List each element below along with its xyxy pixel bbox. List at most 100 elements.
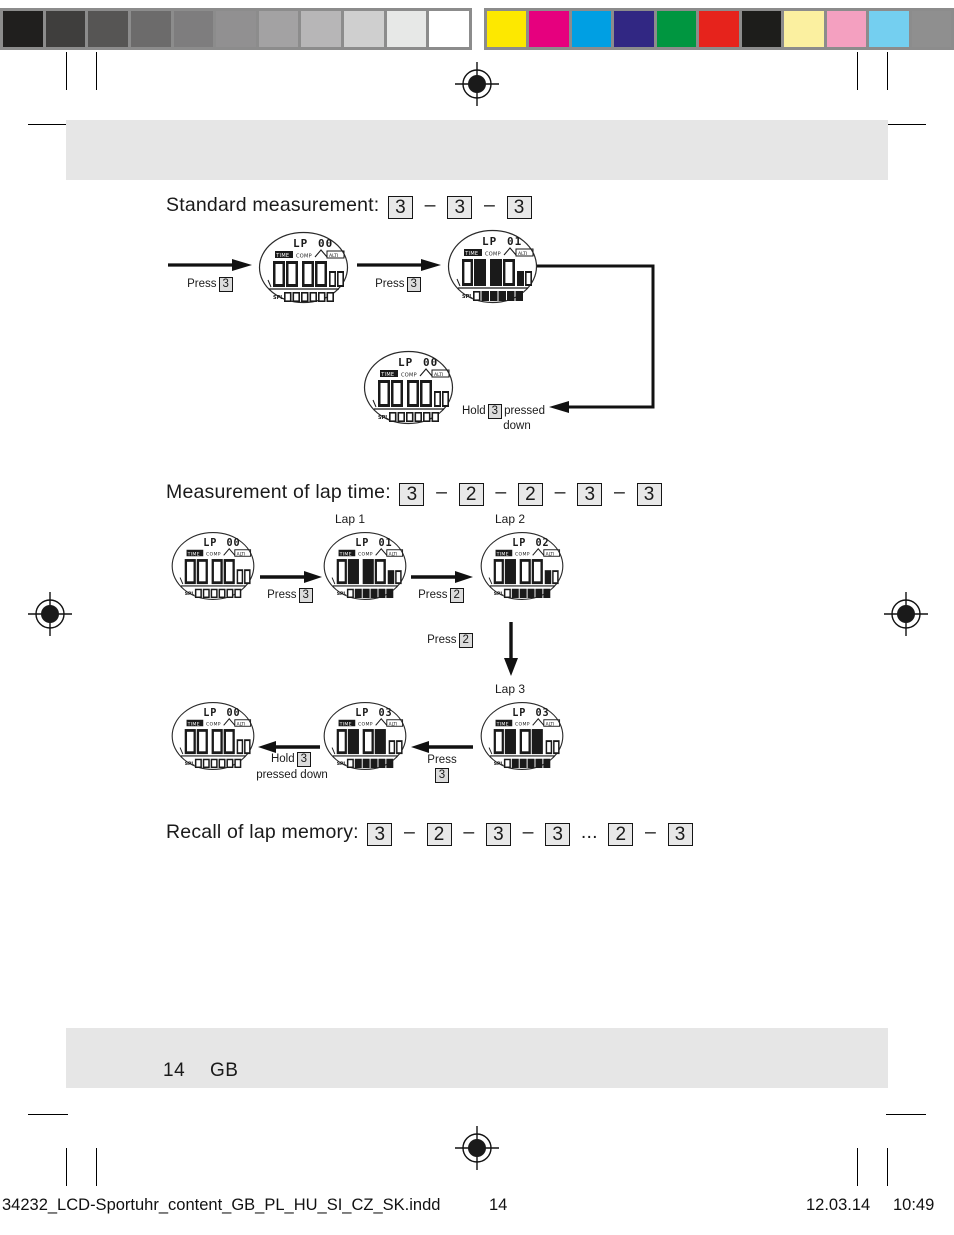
footer-filename: 34232_LCD-Sportuhr_content_GB_PL_HU_SI_C…: [2, 1196, 441, 1214]
svg-text:TIME: TIME: [380, 372, 394, 378]
svg-text:SPL: SPL: [273, 295, 284, 301]
svg-text:COMP: COMP: [206, 552, 221, 558]
crop-tick-bottom-right-2: [887, 1148, 888, 1186]
svg-text:SPL: SPL: [185, 761, 195, 767]
lcd-display-1: LP 00 TIME COMP ALTI SPL: [255, 231, 352, 304]
keycap-s2-4: 3: [577, 483, 603, 506]
svg-text:SPL: SPL: [494, 591, 504, 597]
keycap-s2-2: 2: [458, 483, 484, 506]
svg-text:TIME: TIME: [496, 551, 509, 557]
svg-text:TIME: TIME: [339, 551, 352, 557]
page-number: 14: [163, 1060, 186, 1081]
crop-tick-right-bottom: [886, 1114, 926, 1115]
color-swatch-0: [487, 11, 527, 47]
lcd-display-3: LP 00 TIME COMP ALTI SPL: [360, 350, 457, 425]
registration-mark-right: [884, 592, 928, 636]
dash-s3-1: –: [404, 821, 416, 843]
svg-text:03: 03: [535, 708, 549, 719]
label-press-1-text: Press: [187, 278, 217, 290]
keycap-s3-2: 2: [426, 823, 452, 846]
gray-swatch-6: [258, 11, 299, 47]
registration-mark-bottom: [455, 1126, 499, 1170]
crop-tick-bottom-left: [66, 1148, 67, 1186]
crop-tick-top-left-2: [96, 52, 97, 90]
gray-swatch-7: [301, 11, 342, 47]
gray-swatch-10: [429, 11, 470, 47]
keycap-hold-1: 3: [487, 404, 503, 419]
svg-text:SPL: SPL: [337, 591, 347, 597]
svg-text:LP: LP: [203, 708, 217, 719]
svg-text:COMP: COMP: [206, 722, 221, 728]
color-swatch-3: [614, 11, 654, 47]
label-press-5: Press 2: [418, 633, 484, 648]
svg-text:LP: LP: [512, 708, 526, 719]
lcd-display-9: LP 00 TIME COMP ALTI SPL: [168, 698, 258, 774]
keycap-s3-6: 3: [667, 823, 693, 846]
gray-swatch-4: [173, 11, 214, 47]
dash-s2-1: –: [436, 481, 448, 503]
gray-swatch-8: [344, 11, 384, 47]
svg-text:ALTI: ALTI: [389, 551, 398, 557]
keycap-press-6: 3: [434, 768, 450, 783]
keycap-s3-4: 3: [545, 823, 571, 846]
svg-text:COMP: COMP: [358, 552, 373, 558]
svg-text:COMP: COMP: [515, 552, 530, 558]
svg-text:ALTI: ALTI: [389, 721, 398, 727]
gray-swatch-1: [45, 11, 86, 47]
svg-text:COMP: COMP: [358, 722, 373, 728]
svg-text:LP: LP: [482, 235, 497, 248]
crop-tick-top-right: [857, 52, 858, 90]
label-press-4-text: Press: [418, 589, 448, 601]
footer-time: 10:49: [893, 1196, 935, 1214]
heading-recall-lap-memory-text: Recall of lap memory:: [166, 821, 359, 843]
svg-text:SPL: SPL: [462, 294, 473, 300]
color-swatch-1: [529, 11, 569, 47]
heading-standard-measurement: Standard measurement: 3 – 3 – 3: [166, 194, 535, 219]
color-swatch-9: [869, 11, 909, 47]
crop-tick-bottom-left-2: [96, 1148, 97, 1186]
svg-text:LP: LP: [355, 708, 369, 719]
gray-swatch-0: [3, 11, 43, 47]
flow-arrow-2: [357, 258, 441, 277]
flow-arrow-5: [503, 622, 519, 681]
keycap-s1-3: 3: [506, 196, 532, 219]
label-press-3-text: Press: [267, 589, 297, 601]
dash-s1-1: –: [424, 194, 436, 216]
svg-text:COMP: COMP: [515, 722, 530, 728]
crop-tick-top-left: [66, 52, 67, 90]
keycap-s1-2: 3: [447, 196, 473, 219]
footer-date: 12.03.14: [806, 1196, 871, 1214]
page-footer-band: [66, 1028, 888, 1088]
crop-tick-right-top: [886, 124, 926, 125]
dash-s2-4: –: [613, 481, 626, 503]
svg-text:ALTI: ALTI: [546, 551, 555, 557]
svg-text:00: 00: [318, 237, 333, 250]
color-swatch-4: [656, 11, 697, 47]
registration-mark-top: [455, 62, 499, 106]
keycap-press-3: 3: [298, 588, 313, 603]
heading-lap-time: Measurement of lap time: 3 – 2 – 2 – 3 –…: [166, 481, 665, 506]
gray-swatch-5: [216, 11, 256, 47]
dash-s1-2: –: [483, 194, 495, 216]
crop-tick-top-right-2: [887, 52, 888, 90]
svg-text:01: 01: [378, 538, 392, 549]
svg-text:ALTI: ALTI: [546, 721, 555, 727]
dash-s3-3: –: [522, 821, 534, 843]
color-swatch-8: [826, 11, 867, 47]
svg-text:03: 03: [378, 708, 392, 719]
lcd-display-5: LP 01 TIME COMP ALTI SPL: [320, 528, 410, 604]
label-pressed-1: pressed: [504, 405, 545, 417]
svg-text:ALTI: ALTI: [237, 721, 246, 727]
svg-text:02: 02: [535, 538, 549, 549]
label-press-4: Press 2: [409, 588, 475, 603]
svg-text:00: 00: [226, 538, 240, 549]
crop-tick-bottom-right: [857, 1148, 858, 1186]
label-press-2: Press 3: [366, 277, 432, 292]
heading-standard-measurement-text: Standard measurement:: [166, 194, 380, 216]
svg-text:LP: LP: [355, 538, 369, 549]
dash-s2-3: –: [554, 481, 566, 503]
keycap-press-4: 2: [449, 588, 464, 603]
label-press-5-text: Press: [427, 634, 457, 646]
label-lap-1: Lap 1: [334, 512, 366, 526]
svg-text:COMP: COMP: [401, 372, 417, 378]
